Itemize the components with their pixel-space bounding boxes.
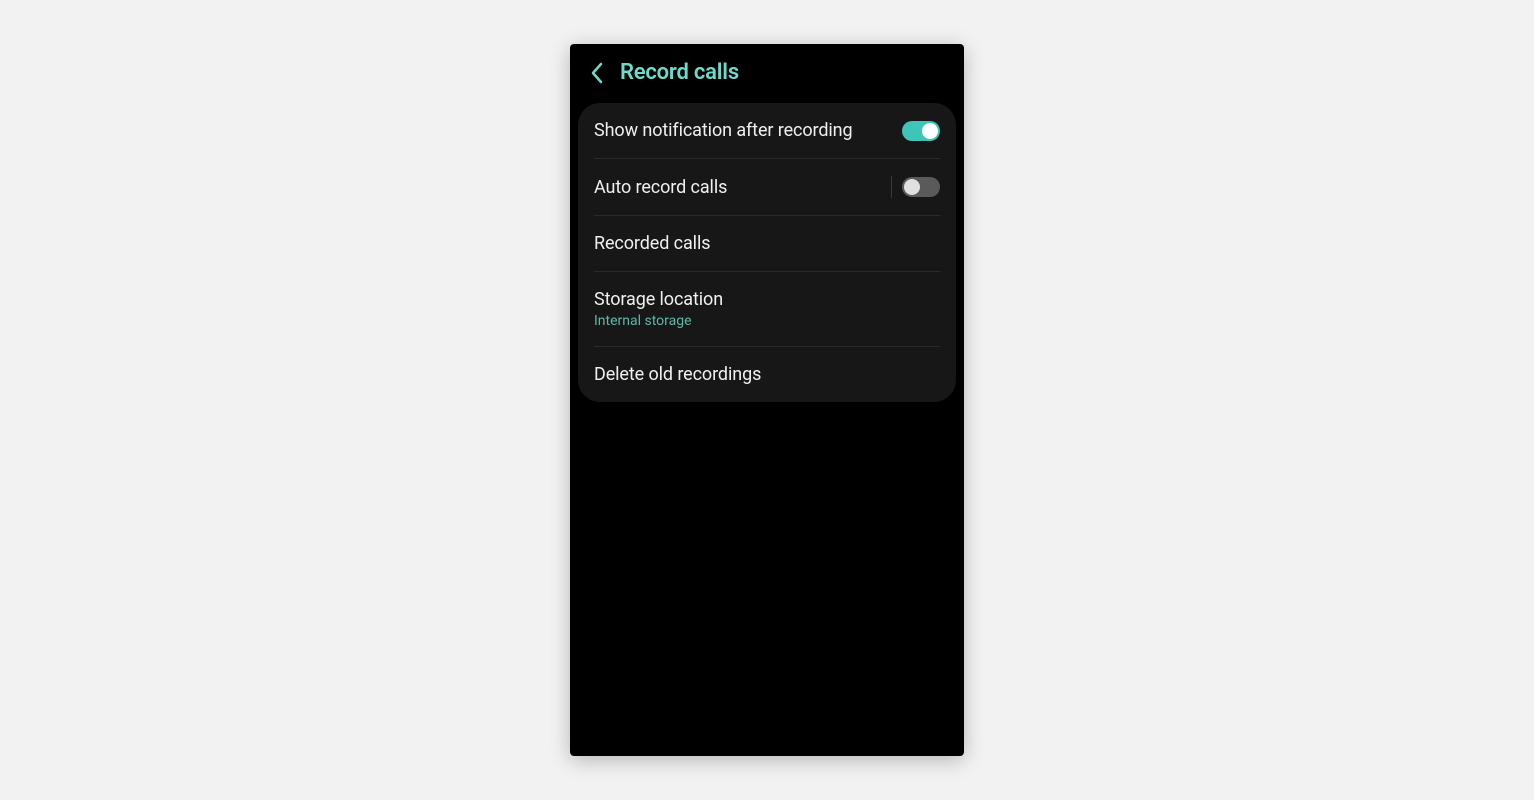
toggle-knob	[904, 179, 920, 195]
toggle-knob	[922, 123, 938, 139]
setting-label: Show notification after recording	[594, 120, 902, 141]
setting-show-notification[interactable]: Show notification after recording	[578, 103, 956, 158]
setting-label: Delete old recordings	[594, 364, 940, 385]
toggle-separator	[891, 176, 892, 198]
toggle-auto-record[interactable]	[902, 177, 940, 197]
toggle-show-notification[interactable]	[902, 121, 940, 141]
settings-card: Show notification after recording Auto r…	[578, 103, 956, 402]
setting-sublabel: Internal storage	[594, 313, 940, 329]
setting-label: Storage location	[594, 289, 940, 310]
page-title: Record calls	[620, 60, 739, 85]
setting-delete-old[interactable]: Delete old recordings	[578, 347, 956, 402]
setting-label: Auto record calls	[594, 177, 883, 198]
setting-recorded-calls[interactable]: Recorded calls	[578, 216, 956, 271]
setting-storage-location[interactable]: Storage location Internal storage	[578, 272, 956, 346]
setting-auto-record[interactable]: Auto record calls	[578, 159, 956, 215]
app-bar: Record calls	[570, 44, 964, 103]
setting-label: Recorded calls	[594, 233, 940, 254]
back-icon[interactable]	[590, 62, 604, 84]
phone-screen: Record calls Show notification after rec…	[570, 44, 964, 756]
